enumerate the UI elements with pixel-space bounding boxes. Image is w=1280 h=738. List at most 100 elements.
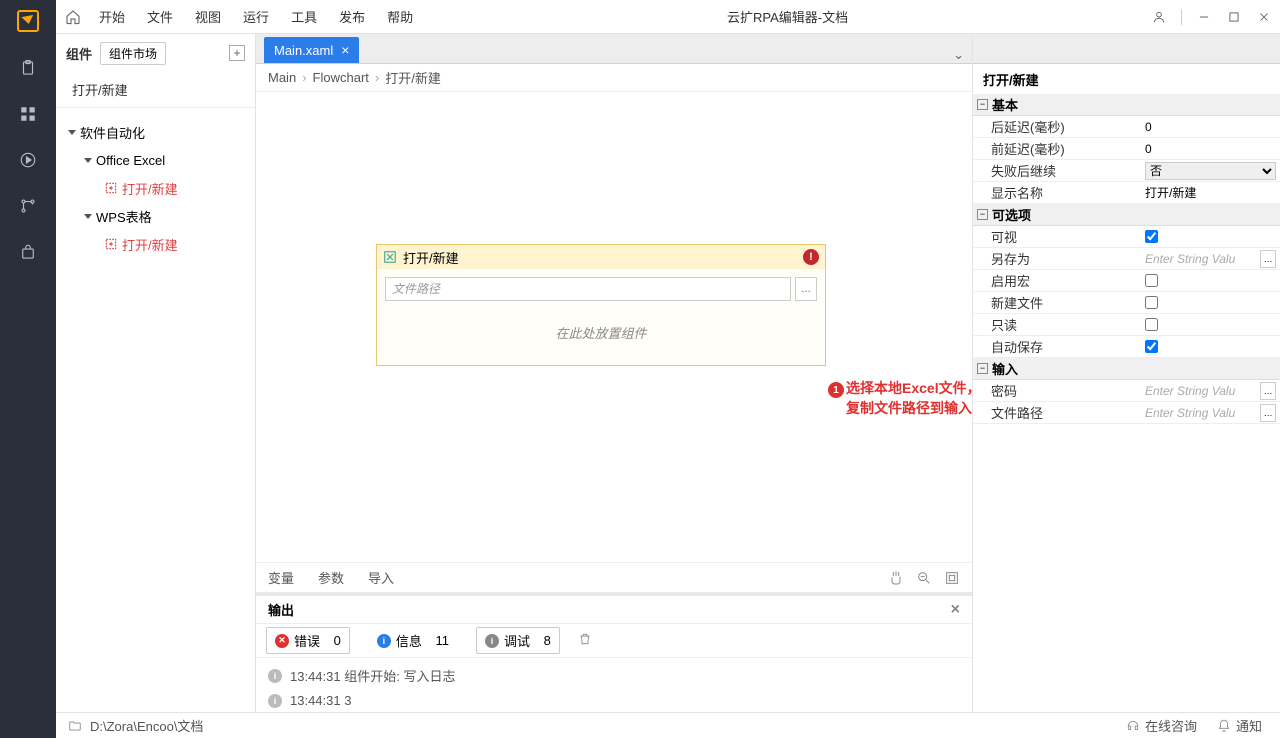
property-input[interactable] [1145,186,1276,200]
folder-icon [68,719,82,733]
tab-imports[interactable]: 导入 [368,568,394,587]
editor-tabbar: Main.xaml × ⌄ [256,34,972,64]
home-icon[interactable] [64,8,82,26]
breadcrumb: Main› Flowchart› 打开/新建 [256,64,972,92]
user-icon[interactable] [1151,9,1167,25]
menubar: 开始 文件 视图 运行 工具 发布 帮助 云扩RPA编辑器-文档 [56,0,1280,34]
filepath-input[interactable] [385,277,791,301]
log-line: i13:44:31 组件开始: 写入日志 [256,662,972,689]
validation-error-icon[interactable]: ! [803,249,819,265]
crumb-item[interactable]: Flowchart [313,70,369,85]
components-icon[interactable] [18,104,38,124]
consult-button[interactable]: 在线咨询 [1120,716,1203,735]
fit-screen-icon[interactable] [944,570,960,586]
property-row: 启用宏 [973,270,1280,292]
menu-help[interactable]: 帮助 [376,7,424,26]
property-row: 可视 [973,226,1280,248]
filter-debug[interactable]: i调试 8 [476,627,560,654]
status-bar: D:\Zora\Encoo\文档 在线咨询 通知 [56,712,1280,738]
property-input[interactable] [1145,252,1258,266]
menu-file[interactable]: 文件 [136,7,184,26]
designer-canvas[interactable]: 打开/新建 ! … 在此处放置组件 1 选择本地Excel文件，或者复制文件路 [256,92,972,562]
pan-icon[interactable] [888,570,904,586]
run-icon[interactable] [18,150,38,170]
component-tree: 软件自动化Office Excel打开/新建WPS表格打开/新建 [56,108,255,268]
zoom-icon[interactable] [916,570,932,586]
activity-rail [0,0,56,738]
tree-node[interactable]: WPS表格 [56,202,255,230]
property-row: 前延迟(毫秒) [973,138,1280,160]
property-row: 新建文件 [973,292,1280,314]
property-row: 失败后继续否 [973,160,1280,182]
property-row: 自动保存 [973,336,1280,358]
property-group-header[interactable]: −可选项 [973,204,1280,226]
browse-file-button[interactable]: … [795,277,817,301]
property-input[interactable] [1145,120,1276,134]
property-select[interactable]: 否 [1145,162,1276,180]
collapse-tabs-icon[interactable]: ⌄ [953,47,964,63]
property-checkbox[interactable] [1145,230,1158,243]
output-panel: 输出 × ✕错误 0 i信息 11 i调试 8 i13:44:31 组件开始: … [256,592,972,712]
property-checkbox[interactable] [1145,296,1158,309]
property-row: 另存为… [973,248,1280,270]
crumb-item[interactable]: Main [268,70,296,85]
activity-title: 打开/新建 [403,248,459,267]
close-button[interactable] [1256,9,1272,25]
ellipsis-button[interactable]: … [1260,382,1276,400]
properties-title: 打开/新建 [973,64,1280,94]
components-panel-title: 组件 [66,44,92,63]
properties-panel: 打开/新建 −基本后延迟(毫秒)前延迟(毫秒)失败后继续否显示名称−可选项可视另… [972,34,1280,712]
tree-node[interactable]: 打开/新建 [56,174,255,202]
property-checkbox[interactable] [1145,318,1158,331]
property-input[interactable] [1145,142,1276,156]
property-group-header[interactable]: −输入 [973,358,1280,380]
menu-run[interactable]: 运行 [232,7,280,26]
ellipsis-button[interactable]: … [1260,250,1276,268]
notify-button[interactable]: 通知 [1211,716,1268,735]
ellipsis-button[interactable]: … [1260,404,1276,422]
menu-view[interactable]: 视图 [184,7,232,26]
tab-close-icon[interactable]: × [341,42,349,58]
canvas-footer-tabs: 变量 参数 导入 [256,562,972,592]
property-input[interactable] [1145,406,1258,420]
clipboard-icon[interactable] [18,58,38,78]
output-close-icon[interactable]: × [951,601,960,619]
filter-error[interactable]: ✕错误 0 [266,627,350,654]
component-market-button[interactable]: 组件市场 [100,42,166,65]
tree-node[interactable]: 软件自动化 [56,118,255,146]
menu-tools[interactable]: 工具 [280,7,328,26]
branch-icon[interactable] [18,196,38,216]
property-row: 密码… [973,380,1280,402]
package-icon[interactable] [18,242,38,262]
tab-variables[interactable]: 变量 [268,568,294,587]
add-component-button[interactable]: + [229,45,245,61]
clear-output-button[interactable] [578,632,592,649]
menu-publish[interactable]: 发布 [328,7,376,26]
annotation-text: 选择本地Excel文件，或者复制文件路径到输入框 [846,378,972,418]
property-group-header[interactable]: −基本 [973,94,1280,116]
activity-icon [383,250,397,264]
crumb-item[interactable]: 打开/新建 [385,68,441,87]
filter-info[interactable]: i信息 11 [368,627,458,654]
tree-node[interactable]: Office Excel [56,146,255,174]
components-panel: 组件 组件市场 + 软件自动化Office Excel打开/新建WPS表格打开/… [56,34,256,712]
minimize-button[interactable] [1196,9,1212,25]
property-checkbox[interactable] [1145,274,1158,287]
annotation-badge: 1 [828,382,844,398]
output-title: 输出 [268,600,294,619]
menu-start[interactable]: 开始 [88,7,136,26]
activity-open-create[interactable]: 打开/新建 ! … 在此处放置组件 [376,244,826,366]
component-search-input[interactable] [72,82,248,97]
property-row: 显示名称 [973,182,1280,204]
tree-node[interactable]: 打开/新建 [56,230,255,258]
tab-parameters[interactable]: 参数 [318,568,344,587]
log-line: i13:44:31 3 [256,689,972,712]
project-path: D:\Zora\Encoo\文档 [90,716,203,735]
property-checkbox[interactable] [1145,340,1158,353]
drop-zone[interactable]: 在此处放置组件 [385,307,817,357]
tab-main[interactable]: Main.xaml × [264,37,359,63]
property-row: 只读 [973,314,1280,336]
maximize-button[interactable] [1226,9,1242,25]
property-input[interactable] [1145,384,1258,398]
window-title: 云扩RPA编辑器-文档 [424,7,1151,26]
